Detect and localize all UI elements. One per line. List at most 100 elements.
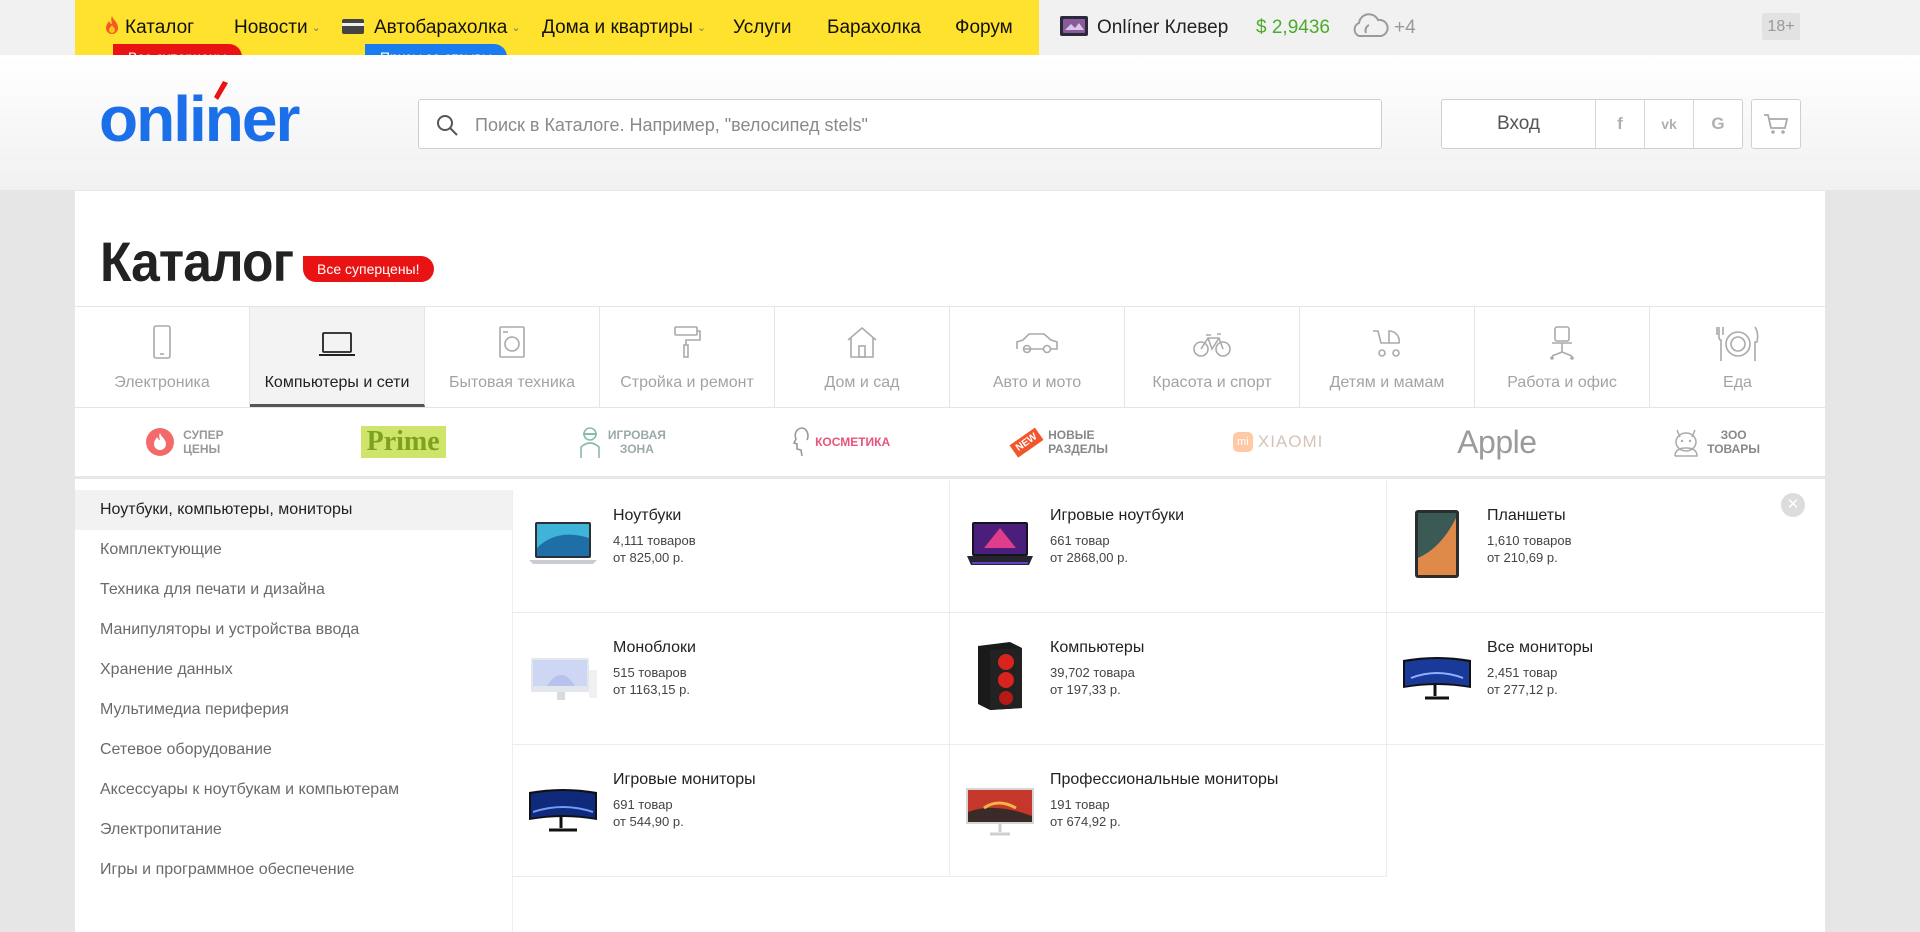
promo-new-line2: РАЗДЕЛЫ bbox=[1048, 442, 1108, 456]
promo-apple[interactable]: Apple bbox=[1388, 408, 1607, 476]
product-card-laptops[interactable]: Ноутбуки 4,111 товаров от 825,00 р. bbox=[513, 481, 950, 613]
product-title: Профессиональные мониторы bbox=[1050, 771, 1279, 788]
super-prices-title-badge[interactable]: Все суперцены! bbox=[303, 256, 434, 282]
product-card-pro-monitors[interactable]: Профессиональные мониторы 191 товар от 6… bbox=[950, 745, 1387, 877]
product-card-computers[interactable]: Компьютеры 39,702 товара от 197,33 р. bbox=[950, 613, 1387, 745]
tab-construction[interactable]: Стройка и ремонт bbox=[600, 307, 775, 407]
product-count: 39,702 товара bbox=[1050, 665, 1135, 680]
promo-new-sections[interactable]: NEW НОВЫЕ РАЗДЕЛЫ bbox=[950, 408, 1169, 476]
all-in-one-image bbox=[531, 658, 597, 700]
product-count: 191 товар bbox=[1050, 797, 1110, 812]
product-title: Планшеты bbox=[1487, 507, 1566, 524]
gaming-laptop-image bbox=[967, 522, 1033, 565]
stroller-icon bbox=[1373, 330, 1400, 357]
product-card-all-in-one[interactable]: Моноблоки 515 товаров от 1163,15 р. bbox=[513, 613, 950, 745]
nav-baraholka[interactable]: Барахолка bbox=[827, 0, 921, 55]
promo-game-line1: ИГРОВАЯ bbox=[607, 428, 666, 442]
onliner-logo[interactable]: onliner bbox=[99, 79, 331, 149]
nav-catalog-label: Каталог bbox=[125, 17, 195, 38]
promo-cosmetics[interactable]: КОСМЕТИКА bbox=[731, 408, 950, 476]
tab-food[interactable]: Еда bbox=[1650, 307, 1825, 407]
product-price: от 674,92 р. bbox=[1050, 814, 1121, 829]
tab-beauty-sport[interactable]: Красота и спорт bbox=[1125, 307, 1300, 407]
subcategory-sidebar: Ноутбуки, компьютеры, мониторы Комплекту… bbox=[75, 490, 513, 932]
promo-super-line1: СУПЕР bbox=[183, 428, 224, 442]
tablet-image bbox=[1415, 510, 1459, 578]
tab-label: Красота и спорт bbox=[1152, 374, 1272, 391]
vk-icon[interactable]: vk bbox=[1645, 100, 1694, 148]
clever-link[interactable]: Onlíner Клевер bbox=[1059, 0, 1228, 55]
sidebar-item[interactable]: Ноутбуки, компьютеры, мониторы bbox=[75, 490, 512, 530]
product-price: от 197,33 р. bbox=[1050, 682, 1121, 697]
login-button[interactable]: Вход bbox=[1442, 100, 1596, 148]
search-input[interactable] bbox=[473, 100, 1357, 150]
temperature: +4 bbox=[1394, 17, 1416, 38]
tab-kids-moms[interactable]: Детям и мамам bbox=[1300, 307, 1475, 407]
promo-game-zone[interactable]: ИГРОВАЯ ЗОНА bbox=[513, 408, 732, 476]
tab-label: Стройка и ремонт bbox=[620, 374, 754, 391]
facebook-icon[interactable]: f bbox=[1596, 100, 1645, 148]
tab-label: Электроника bbox=[114, 374, 210, 391]
chevron-down-icon: ⌄ bbox=[311, 22, 321, 34]
sidebar-item[interactable]: Хранение данных bbox=[75, 650, 512, 690]
apple-label: Apple bbox=[1457, 423, 1537, 460]
product-card-monitors[interactable]: Все мониторы 2,451 товар от 277,12 р. bbox=[1387, 613, 1824, 745]
promo-zoo[interactable]: ЗОО ТОВАРЫ bbox=[1606, 408, 1825, 476]
sidebar-item[interactable]: Техника для печати и дизайна bbox=[75, 570, 512, 610]
sidebar-item[interactable]: Манипуляторы и устройства ввода bbox=[75, 610, 512, 650]
product-title: Игровые мониторы bbox=[613, 771, 756, 788]
pro-monitor-image bbox=[966, 788, 1034, 836]
category-tabs: Электроника Компьютеры и сети Бытовая те… bbox=[75, 306, 1825, 408]
new-tag: NEW bbox=[1009, 426, 1044, 458]
promo-new-line1: НОВЫЕ bbox=[1048, 428, 1095, 442]
sidebar-item[interactable]: Игры и программное обеспечение bbox=[75, 850, 512, 890]
close-icon[interactable]: ✕ bbox=[1781, 493, 1805, 517]
weather[interactable]: +4 bbox=[1350, 0, 1416, 55]
xiaomi-label: XIAOMI bbox=[1257, 432, 1324, 451]
nav-news[interactable]: Новости ⌄ bbox=[234, 0, 321, 55]
laptop-icon bbox=[319, 332, 355, 356]
promo-prime[interactable]: Prime bbox=[294, 408, 513, 476]
logo-text: onliner bbox=[99, 83, 299, 149]
face-silhouette-icon bbox=[792, 427, 809, 457]
tab-work-office[interactable]: Работа и офис bbox=[1475, 307, 1650, 407]
laptop-image bbox=[529, 522, 597, 564]
sidebar-item[interactable]: Электропитание bbox=[75, 810, 512, 850]
sidebar-item[interactable]: Комплектующие bbox=[75, 530, 512, 570]
sidebar-item[interactable]: Аксессуары к ноутбукам и компьютерам bbox=[75, 770, 512, 810]
promo-super-prices[interactable]: СУПЕР ЦЕНЫ bbox=[75, 408, 294, 476]
product-card-gaming-monitors[interactable]: Игровые мониторы 691 товар от 544,90 р. bbox=[513, 745, 950, 877]
product-count: 2,451 товар bbox=[1487, 665, 1558, 680]
product-card-gaming-laptops[interactable]: Игровые ноутбуки 661 товар от 2868,00 р. bbox=[950, 481, 1387, 613]
house-icon bbox=[847, 326, 877, 358]
clever-label: Onlíner Клевер bbox=[1097, 17, 1229, 38]
catalog-panel: Каталог Все суперцены! Электроника Компь… bbox=[75, 191, 1825, 932]
gamer-icon bbox=[580, 427, 600, 458]
currency-rate[interactable]: $ 2,9436 bbox=[1256, 0, 1330, 55]
office-chair-icon bbox=[1550, 326, 1574, 360]
search-box[interactable] bbox=[418, 99, 1382, 150]
tab-auto-moto[interactable]: Авто и мото bbox=[950, 307, 1125, 407]
tab-computers[interactable]: Компьютеры и сети bbox=[250, 307, 425, 407]
cart-button[interactable] bbox=[1751, 99, 1801, 149]
nav-realty[interactable]: Дома и квартиры ⌄ bbox=[542, 0, 706, 55]
prime-logo: Prime bbox=[360, 426, 446, 458]
google-icon[interactable]: G bbox=[1694, 100, 1742, 148]
nav-services[interactable]: Услуги bbox=[733, 0, 791, 55]
sidebar-item[interactable]: Сетевое оборудование bbox=[75, 730, 512, 770]
tab-appliances[interactable]: Бытовая техника bbox=[425, 307, 600, 407]
nav-auto-label: Автобарахолка bbox=[374, 17, 508, 38]
product-card-tablets[interactable]: Планшеты 1,610 товаров от 210,69 р. bbox=[1387, 481, 1824, 613]
promo-xiaomi[interactable]: mi XIAOMI bbox=[1169, 408, 1388, 476]
nav-forum[interactable]: Форум bbox=[955, 0, 1013, 55]
monitor-image bbox=[1403, 657, 1471, 700]
top-bar: Каталог Новости ⌄ Автобарахолка ⌄ Дома и к… bbox=[0, 0, 1920, 70]
tab-home-garden[interactable]: Дом и сад bbox=[775, 307, 950, 407]
product-price: от 277,12 р. bbox=[1487, 682, 1558, 697]
sidebar-item[interactable]: Мультимедиа периферия bbox=[75, 690, 512, 730]
page-title: Каталог bbox=[100, 230, 294, 293]
pc-tower-image bbox=[978, 642, 1022, 710]
product-price: от 1163,15 р. bbox=[613, 682, 690, 697]
cutlery-icon bbox=[1715, 326, 1758, 361]
tab-electronics[interactable]: Электроника bbox=[75, 307, 250, 407]
